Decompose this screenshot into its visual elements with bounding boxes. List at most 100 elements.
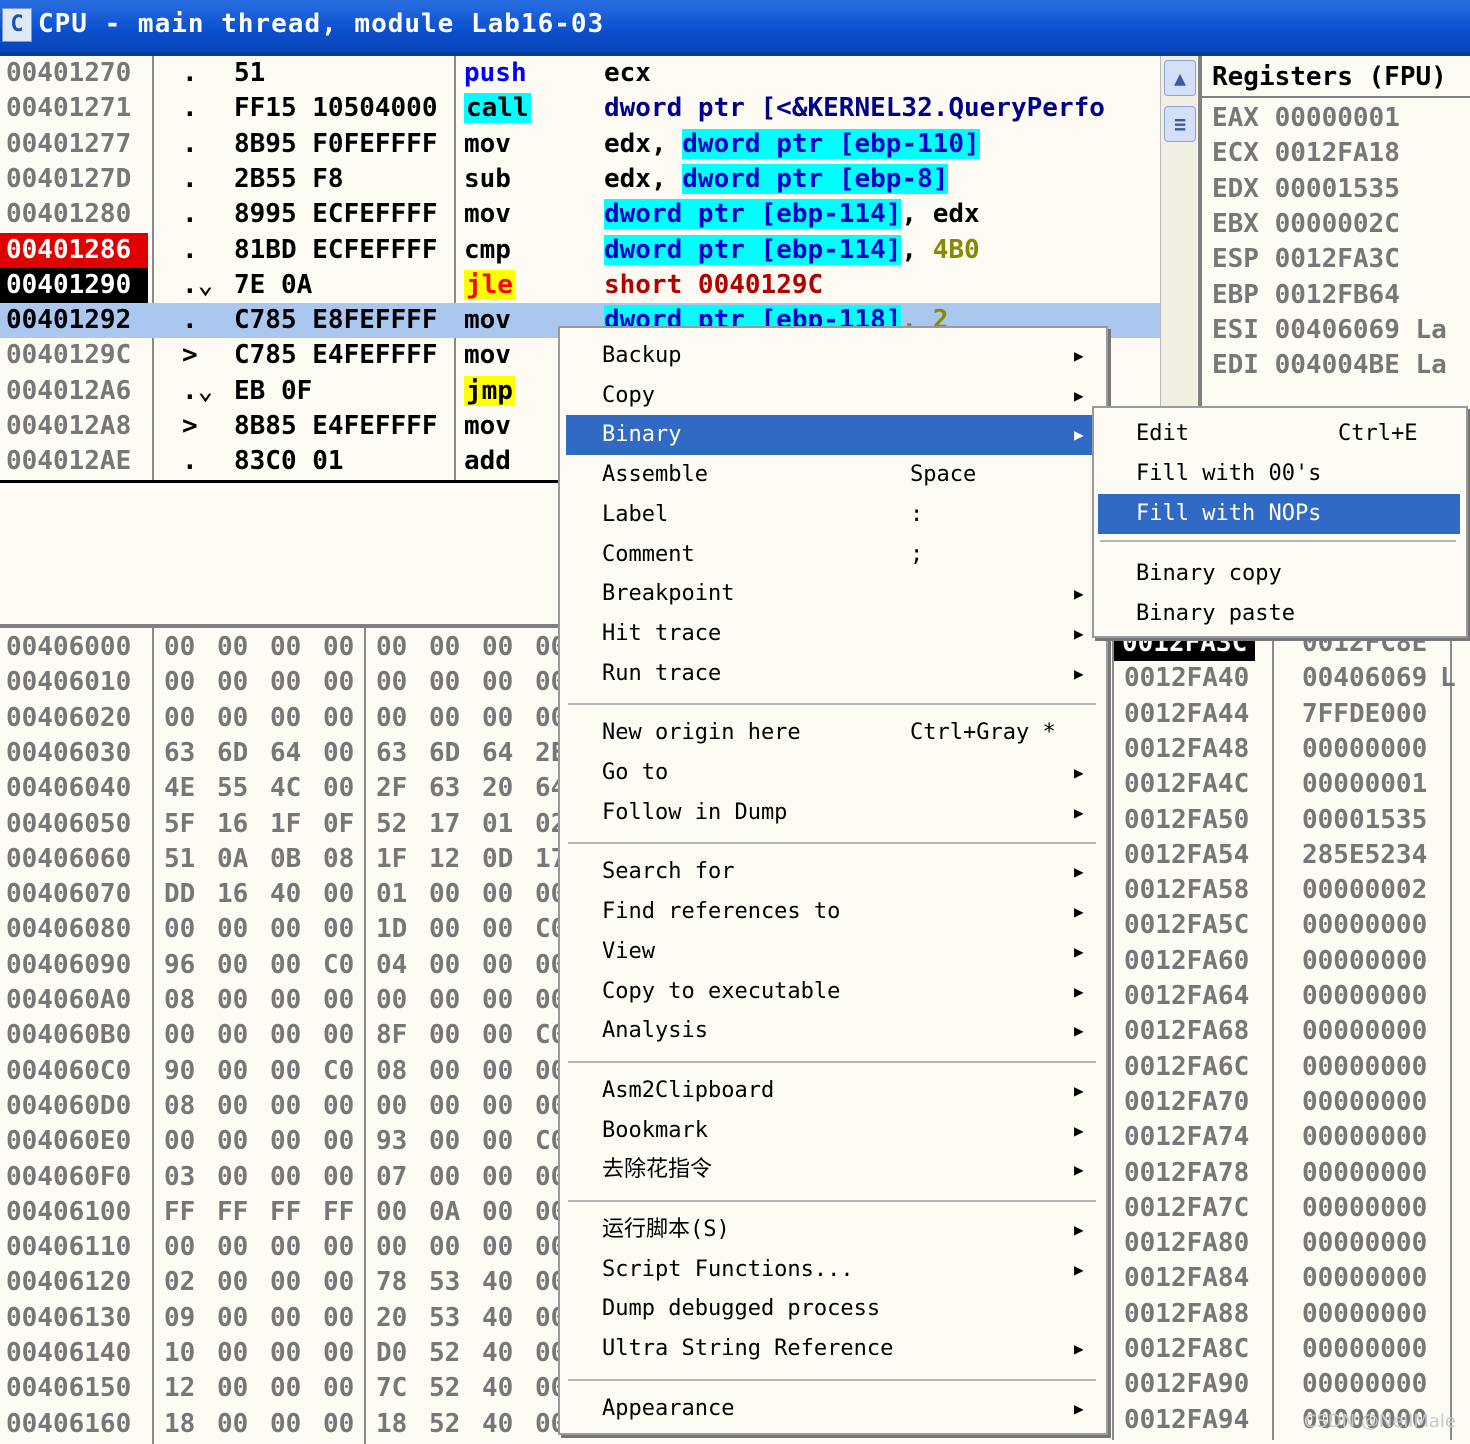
menu-item-backup[interactable]: Backup ▶ [566, 336, 1096, 376]
dump-row[interactable]: 00406030 63 6D 64 00 63 6D 64 2E [0, 736, 560, 771]
menu-item-hit-trace[interactable]: Hit trace ▶ [566, 614, 1096, 654]
menu-item-bookmark[interactable]: Bookmark ▶ [566, 1111, 1096, 1151]
disassembly-scrollbar[interactable]: ▲ ≡ [1160, 56, 1197, 406]
stack-row[interactable]: 0012FA60 00000000 [1112, 944, 1470, 979]
dump-row[interactable]: 00406080 00 00 00 00 1D 00 00 C0 [0, 912, 560, 947]
stack-row[interactable]: 0012FA78 00000000 [1112, 1156, 1470, 1191]
menu-item-copy-to-executable[interactable]: Copy to executable ▶ [566, 972, 1096, 1012]
register-row[interactable]: EDX 00001535 [1212, 172, 1400, 207]
registers-pane[interactable]: Registers (FPU) EAX 00000001 ECX 0012FA1… [1198, 56, 1470, 406]
stack-row[interactable]: 0012FA50 00001535 [1112, 803, 1470, 838]
dump-row[interactable]: 00406070 DD 16 40 00 01 00 00 00 [0, 877, 560, 912]
menu-item-copy[interactable]: Copy ▶ [566, 376, 1096, 416]
context-menu[interactable]: Backup ▶ Copy ▶ Binary ▶ Assemble Space Label: Co… [558, 326, 1108, 1435]
stack-row[interactable]: 0012FA40 00406069 L [1112, 661, 1470, 696]
dump-row[interactable]: 00406050 5F 16 1F 0F 52 17 01 02 [0, 807, 560, 842]
menu-item-script-functions[interactable]: Script Functions... ▶ [566, 1250, 1096, 1290]
stack-row[interactable]: 0012FA90 00000000 [1112, 1367, 1470, 1402]
menu-item-breakpoint[interactable]: Breakpoint ▶ [566, 574, 1096, 614]
menu-item-item-22[interactable]: 去除花指令 ▶ [566, 1150, 1096, 1190]
dump-row[interactable]: 004060D0 08 00 00 00 00 00 00 00 [0, 1089, 560, 1124]
register-row[interactable]: EAX 00000001 [1212, 101, 1400, 136]
dump-row[interactable]: 004060F0 03 00 00 00 07 00 00 00 [0, 1160, 560, 1195]
stack-row[interactable]: 0012FA8C 00000000 [1112, 1332, 1470, 1367]
stack-row[interactable]: 0012FA64 00000000 [1112, 979, 1470, 1014]
stack-pane[interactable]: 0012FA3C 0012FC8E 0012FA40 00406069 L 0012FA4… [1112, 624, 1470, 1440]
dump-row[interactable]: 00406010 00 00 00 00 00 00 00 00 [0, 665, 560, 700]
stack-row[interactable]: 0012FA58 00000002 [1112, 873, 1470, 908]
dump-row[interactable]: 00406150 12 00 00 00 7C 52 40 00 [0, 1371, 560, 1406]
binary-submenu[interactable]: Edit Ctrl+E Fill with 00's Fill with NOPs Bi… [1092, 406, 1468, 638]
stack-row[interactable]: 0012FA68 00000000 [1112, 1014, 1470, 1049]
menu-item-view[interactable]: View ▶ [566, 932, 1096, 972]
submenu-item-fill-with-nops[interactable]: Fill with NOPs [1098, 494, 1460, 534]
menu-item-assemble[interactable]: Assemble Space [566, 455, 1096, 495]
register-row[interactable]: EDI 004004BE La [1212, 348, 1447, 383]
stack-row[interactable]: 0012FA44 7FFDE000 [1112, 697, 1470, 732]
submenu-item-fill-with-00-s[interactable]: Fill with 00's [1098, 454, 1460, 494]
scroll-up-icon[interactable]: ▲ [1164, 60, 1196, 96]
dump-row[interactable]: 00406130 09 00 00 00 20 53 40 00 [0, 1301, 560, 1336]
menu-item-dump-debugged-process[interactable]: Dump debugged process [566, 1289, 1096, 1329]
dump-row[interactable]: 00406040 4E 55 4C 00 2F 63 20 64 [0, 771, 560, 806]
stack-row[interactable]: 0012FA70 00000000 [1112, 1085, 1470, 1120]
memory-dump-pane[interactable]: 00406000 00 00 00 00 00 00 00 00 00406010 00 00 00 00… [0, 624, 560, 1444]
dump-row[interactable]: 00406090 96 00 00 C0 04 00 00 00 [0, 948, 560, 983]
menu-item-s[interactable]: 运行脚本(S) ▶ [566, 1210, 1096, 1250]
disasm-row[interactable]: 00401286. 81BD ECFEFFFF cmp dword ptr [ebp-… [0, 232, 1160, 268]
disasm-row[interactable]: 00401290 .⌄ 7E 0A jle short 0040129C [0, 267, 1160, 303]
menu-item-run-trace[interactable]: Run trace ▶ [566, 654, 1096, 694]
menu-item-binary[interactable]: Binary ▶ [566, 415, 1096, 456]
dump-row[interactable]: 004060E0 00 00 00 00 93 00 00 C0 [0, 1124, 560, 1159]
dump-byte: 17 [535, 843, 560, 874]
dump-row[interactable]: 00406100 FF FF FF FF 00 0A 00 00 [0, 1195, 560, 1230]
menu-item-go-to[interactable]: Go to ▶ [566, 753, 1096, 793]
menu-item-find-references-to[interactable]: Find references to ▶ [566, 892, 1096, 932]
dump-row[interactable]: 004060A0 08 00 00 00 00 00 00 00 [0, 983, 560, 1018]
disasm-row[interactable]: 00401277. 8B95 F0FEFFFF mov edx, dword ptr … [0, 127, 1160, 162]
disasm-row[interactable]: 0040127D. 2B55 F8 sub edx, dword ptr [ebp-8… [0, 162, 1160, 197]
register-row[interactable]: EBX 0000002C [1212, 207, 1400, 242]
menu-item-appearance[interactable]: Appearance ▶ [566, 1389, 1096, 1429]
menu-item-follow-in-dump[interactable]: Follow in Dump ▶ [566, 793, 1096, 833]
stack-row[interactable]: 0012FA80 00000000 [1112, 1226, 1470, 1261]
menu-item-ultra-string-reference[interactable]: Ultra String Reference ▶ [566, 1329, 1096, 1369]
dump-row[interactable]: 004060C0 90 00 00 C0 08 00 00 00 [0, 1054, 560, 1089]
menu-item-analysis[interactable]: Analysis ▶ [566, 1011, 1096, 1051]
scroll-thumb-icon[interactable]: ≡ [1164, 106, 1196, 142]
dump-row[interactable]: 00406160 18 00 00 00 18 52 40 00 [0, 1407, 560, 1442]
stack-row[interactable]: 0012FA84 00000000 [1112, 1261, 1470, 1296]
disasm-row[interactable]: 00401280. 8995 ECFEFFFF mov dword ptr [ebp-… [0, 197, 1160, 232]
dump-row[interactable]: 00406110 00 00 00 00 00 00 00 00 [0, 1230, 560, 1265]
registers-header[interactable]: Registers (FPU) [1202, 56, 1470, 98]
stack-row[interactable]: 0012FA54 285E5234 [1112, 838, 1470, 873]
stack-row[interactable]: 0012FA48 00000000 [1112, 732, 1470, 767]
submenu-item-binary-paste[interactable]: Binary paste [1098, 594, 1460, 634]
stack-row[interactable]: 0012FA4C 00000001 [1112, 767, 1470, 802]
dump-row[interactable]: 00406140 10 00 00 00 D0 52 40 00 [0, 1336, 560, 1371]
disasm-row[interactable]: 00401271. FF15 10504000 call dword ptr [<&K… [0, 91, 1160, 126]
menu-item-comment[interactable]: Comment; [566, 535, 1096, 575]
disasm-row[interactable]: 00401270. 51 push ecx [0, 56, 1160, 91]
stack-row[interactable]: 0012FA7C 00000000 [1112, 1191, 1470, 1226]
register-row[interactable]: ECX 0012FA18 [1212, 136, 1400, 171]
submenu-item-binary-copy[interactable]: Binary copy [1098, 554, 1460, 594]
dump-row[interactable]: 00406060 51 0A 0B 08 1F 12 0D 17 [0, 842, 560, 877]
stack-row[interactable]: 0012FA74 00000000 [1112, 1120, 1470, 1155]
register-row[interactable]: ESP 0012FA3C [1212, 242, 1400, 277]
dump-row[interactable]: 00406120 02 00 00 00 78 53 40 00 [0, 1265, 560, 1300]
stack-row[interactable]: 0012FA5C 00000000 [1112, 908, 1470, 943]
menu-item-new-origin-here[interactable]: New origin here Ctrl+Gray * [566, 713, 1096, 753]
stack-row[interactable]: 0012FA88 00000000 [1112, 1297, 1470, 1332]
dump-byte: 16 [217, 879, 249, 910]
dump-row[interactable]: 00406000 00 00 00 00 00 00 00 00 [0, 630, 560, 665]
menu-item-search-for[interactable]: Search for ▶ [566, 852, 1096, 892]
register-row[interactable]: EBP 0012FB64 [1212, 278, 1400, 313]
register-row[interactable]: ESI 00406069 La [1212, 313, 1447, 348]
menu-item-asm2clipboard[interactable]: Asm2Clipboard ▶ [566, 1071, 1096, 1111]
dump-row[interactable]: 00406020 00 00 00 00 00 00 00 00 [0, 701, 560, 736]
stack-row[interactable]: 0012FA6C 00000000 [1112, 1050, 1470, 1085]
submenu-item-edit[interactable]: Edit Ctrl+E [1098, 414, 1460, 454]
menu-item-label[interactable]: Label: [566, 495, 1096, 535]
dump-row[interactable]: 004060B0 00 00 00 00 8F 00 00 C0 [0, 1018, 560, 1053]
